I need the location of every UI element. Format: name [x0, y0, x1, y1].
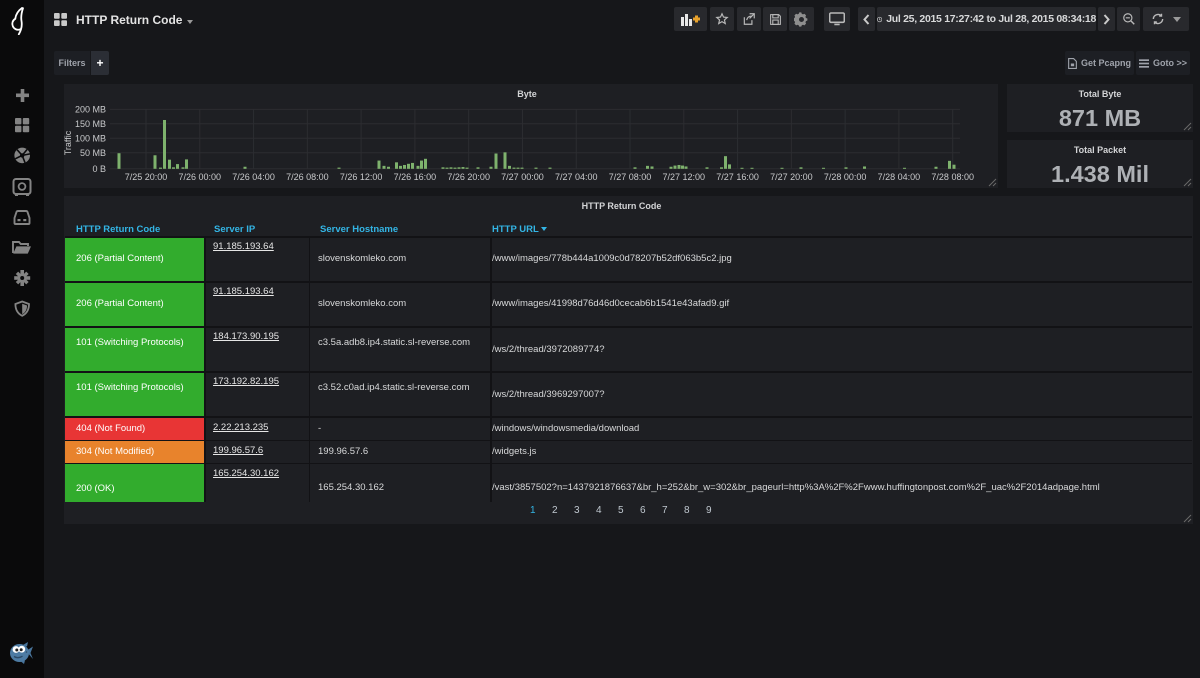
svg-text:Traffic: Traffic	[64, 130, 73, 155]
svg-text:7/27 08:00: 7/27 08:00	[609, 172, 652, 182]
svg-text:7/25 20:00: 7/25 20:00	[125, 172, 168, 182]
svg-text:7/27 00:00: 7/27 00:00	[501, 172, 544, 182]
svg-text:7/26 08:00: 7/26 08:00	[286, 172, 329, 182]
svg-text:7/27 20:00: 7/27 20:00	[770, 172, 813, 182]
svg-text:7/26 00:00: 7/26 00:00	[179, 172, 222, 182]
svg-text:7/28 00:00: 7/28 00:00	[824, 172, 867, 182]
svg-text:7/27 04:00: 7/27 04:00	[555, 172, 598, 182]
svg-text:50 MB: 50 MB	[80, 148, 106, 158]
svg-text:200 MB: 200 MB	[75, 104, 106, 114]
svg-text:7/27 12:00: 7/27 12:00	[663, 172, 706, 182]
svg-text:7/27 16:00: 7/27 16:00	[716, 172, 759, 182]
svg-text:150 MB: 150 MB	[75, 119, 106, 129]
svg-text:7/26 12:00: 7/26 12:00	[340, 172, 383, 182]
svg-text:7/28 04:00: 7/28 04:00	[878, 172, 921, 182]
svg-text:7/26 04:00: 7/26 04:00	[232, 172, 275, 182]
svg-text:0 B: 0 B	[92, 164, 106, 174]
svg-text:7/26 16:00: 7/26 16:00	[394, 172, 437, 182]
svg-text:7/26 20:00: 7/26 20:00	[447, 172, 490, 182]
svg-text:100 MB: 100 MB	[75, 133, 106, 143]
svg-text:7/28 08:00: 7/28 08:00	[931, 172, 974, 182]
